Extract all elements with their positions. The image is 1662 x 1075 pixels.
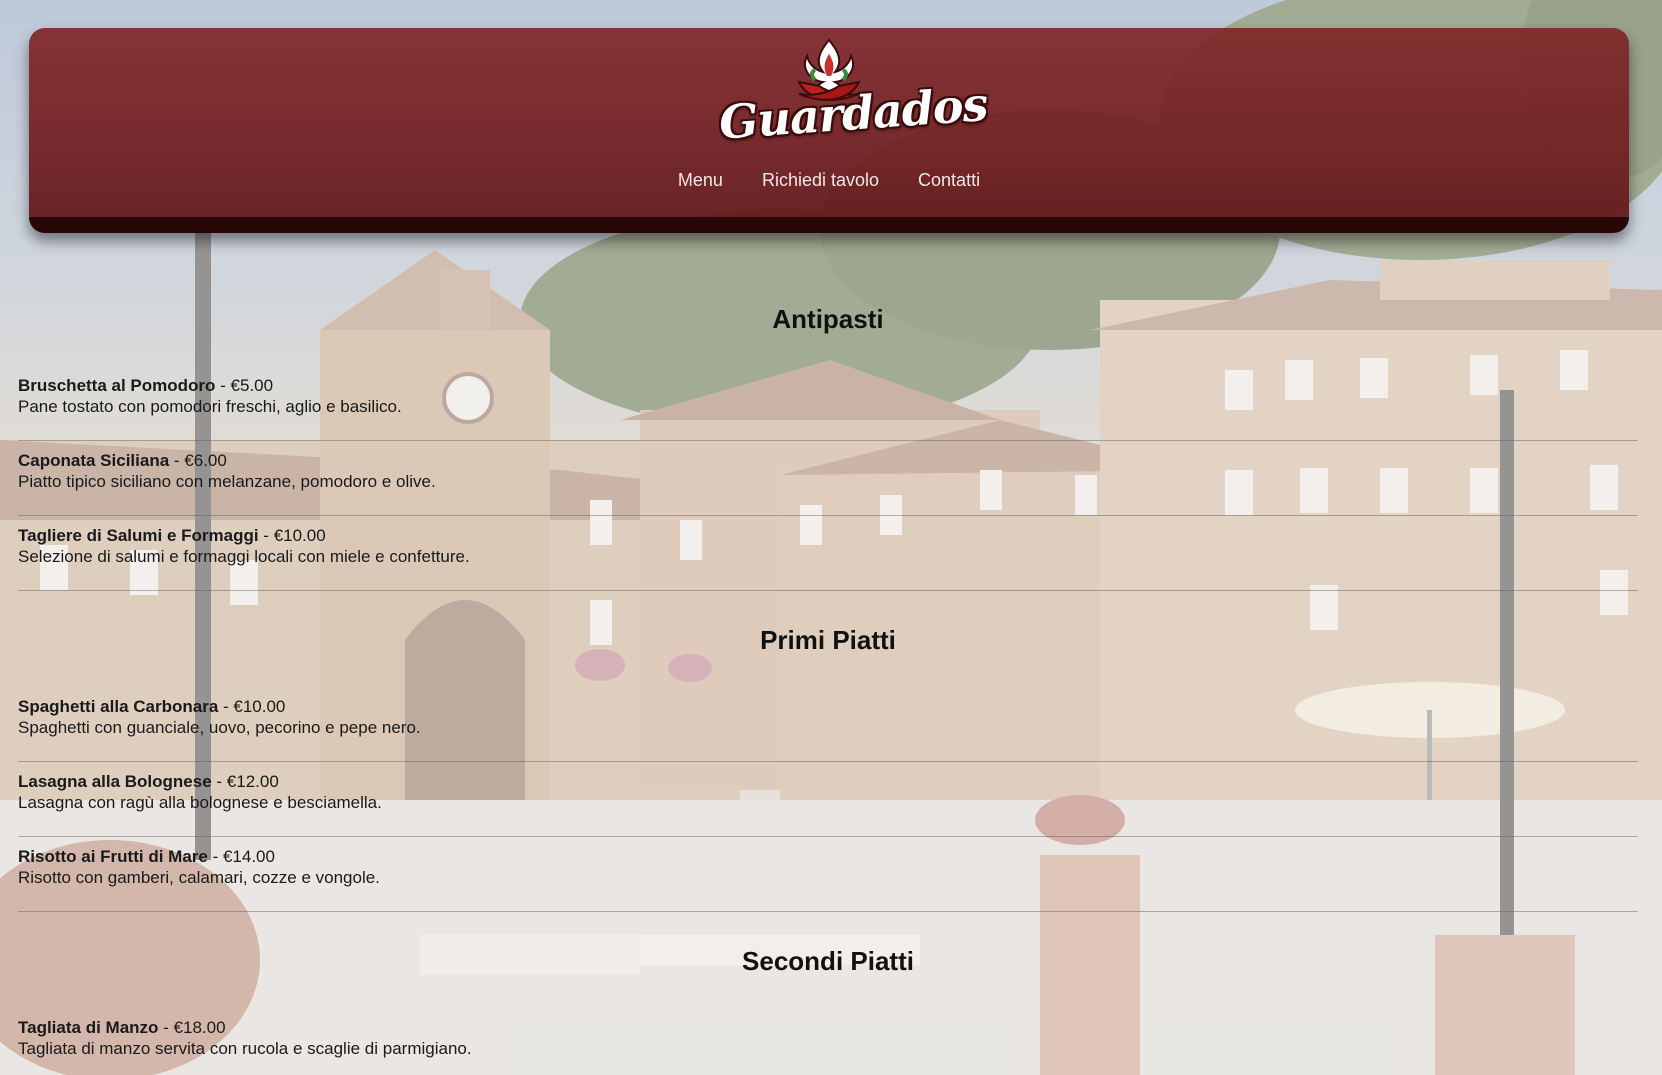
section-title: Secondi Piatti	[742, 946, 914, 976]
menu-item: Tagliere di Salumi e Formaggi - €10.00 S…	[18, 516, 1638, 591]
menu-item-description: Selezione di salumi e formaggi locali co…	[18, 547, 470, 566]
menu-item: Bruschetta al Pomodoro - €5.00 Pane tost…	[18, 366, 1638, 441]
menu-item-description: Risotto con gamberi, calamari, cozze e v…	[18, 868, 380, 887]
menu-item-price: €12.00	[226, 772, 279, 791]
brand-logo[interactable]: Guardados	[717, 36, 989, 166]
menu-item-name: Tagliata di Manzo	[18, 1018, 159, 1037]
menu-item-description: Tagliata di manzo servita con rucola e s…	[18, 1039, 472, 1058]
menu-item: Risotto ai Frutti di Mare - €14.00 Risot…	[18, 837, 1638, 912]
menu-item-price: €10.00	[233, 697, 286, 716]
nav-item-menu[interactable]: Menu	[678, 170, 723, 191]
menu-item-description: Lasagna con ragù alla bolognese e bescia…	[18, 793, 382, 812]
menu-item-description: Pane tostato con pomodori freschi, aglio…	[18, 397, 402, 416]
menu-item-price: €6.00	[184, 451, 227, 470]
menu-item-description: Piatto tipico siciliano con melanzane, p…	[18, 472, 436, 491]
menu-item-price: €10.00	[273, 526, 326, 545]
menu-item-name: Lasagna alla Bolognese	[18, 772, 212, 791]
main-nav: Menu Richiedi tavolo Contatti	[29, 170, 1629, 191]
menu-section-antipasti: Antipasti Bruschetta al Pomodoro - €5.00…	[18, 300, 1638, 591]
menu-section-primi-piatti: Primi Piatti Spaghetti alla Carbonara - …	[18, 621, 1638, 912]
menu-content: Antipasti Bruschetta al Pomodoro - €5.00…	[18, 300, 1638, 1075]
menu-item: Tagliata di Manzo - €18.00 Tagliata di m…	[18, 1018, 472, 1058]
menu-item-name: Spaghetti alla Carbonara	[18, 697, 219, 716]
page: Guardados Menu Richiedi tavolo Contatti …	[0, 0, 1662, 1075]
menu-item-price: €18.00	[173, 1018, 226, 1037]
menu-section-secondi-piatti: Secondi Piatti Tagliata di Manzo - €18.0…	[18, 942, 1638, 1075]
menu-item: Caponata Siciliana - €6.00 Piatto tipico…	[18, 441, 1638, 516]
section-title: Primi Piatti	[760, 625, 896, 655]
menu-item-name: Tagliere di Salumi e Formaggi	[18, 526, 259, 545]
menu-item-description: Spaghetti con guanciale, uovo, pecorino …	[18, 718, 421, 737]
menu-item: Lasagna alla Bolognese - €12.00 Lasagna …	[18, 762, 1638, 837]
header-bottom-bar	[29, 217, 1629, 233]
site-header: Guardados Menu Richiedi tavolo Contatti	[29, 28, 1629, 233]
menu-item-name: Caponata Siciliana	[18, 451, 170, 470]
nav-item-richiedi-tavolo[interactable]: Richiedi tavolo	[762, 170, 879, 191]
menu-item-name: Risotto ai Frutti di Mare	[18, 847, 208, 866]
menu-item-price: €14.00	[222, 847, 275, 866]
nav-item-contatti[interactable]: Contatti	[918, 170, 980, 191]
section-title: Antipasti	[772, 304, 884, 334]
menu-item-name: Bruschetta al Pomodoro	[18, 376, 216, 395]
menu-item: Spaghetti alla Carbonara - €10.00 Spaghe…	[18, 687, 1638, 762]
menu-item-price: €5.00	[230, 376, 274, 395]
